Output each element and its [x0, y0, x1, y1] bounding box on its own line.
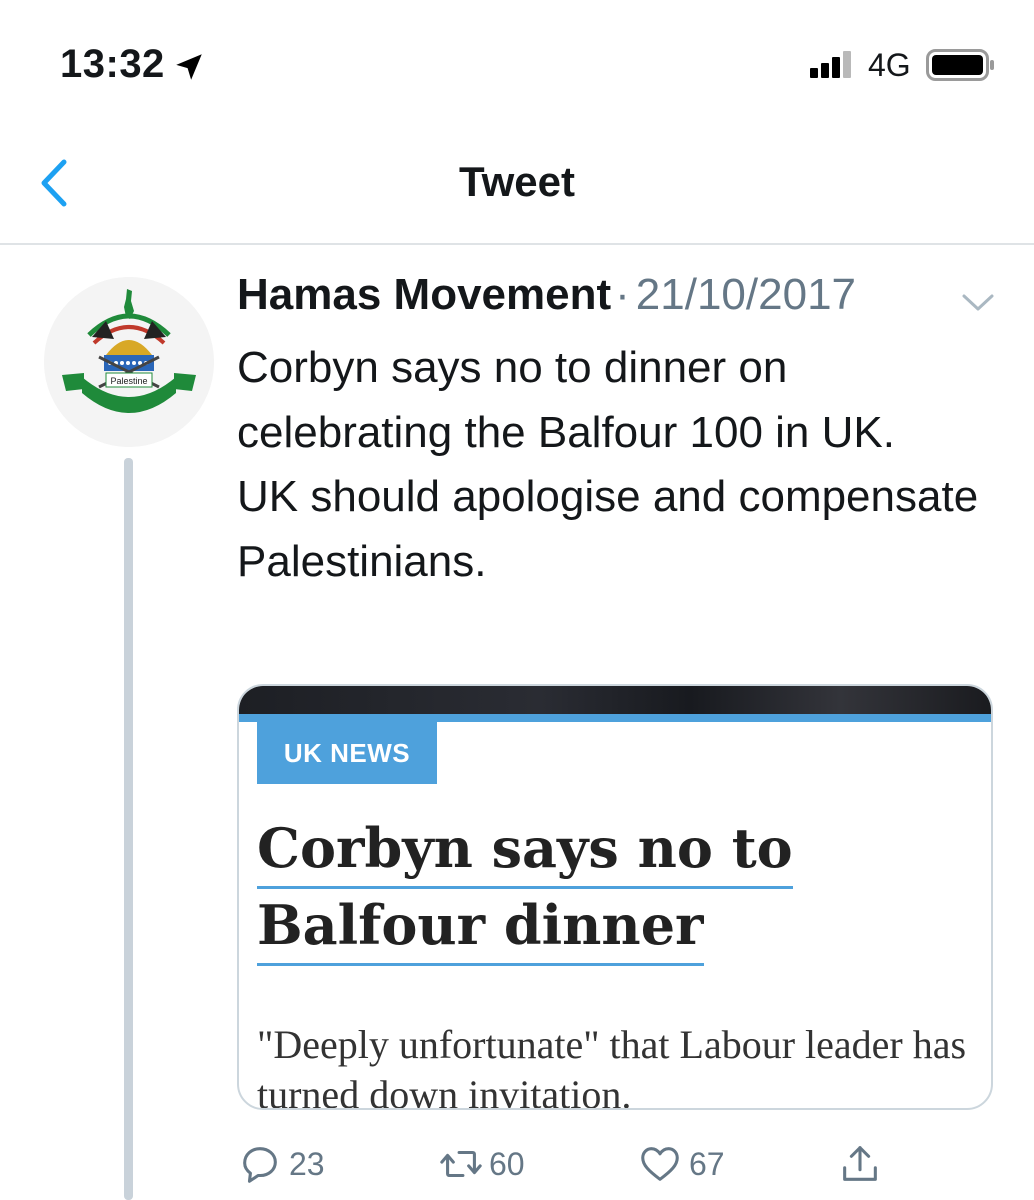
avatar[interactable]: Palestine — [44, 277, 214, 447]
card-summary: "Deeply unfortunate" that Labour leader … — [257, 1022, 967, 1110]
tweet-text-line: UK should apologise and compensate Pales… — [237, 472, 979, 586]
retweet-button[interactable]: 60 — [433, 1136, 525, 1192]
share-icon — [843, 1146, 877, 1181]
network-label: 4G — [868, 47, 911, 83]
nav-bar: Tweet — [0, 120, 1034, 245]
like-button[interactable]: 67 — [637, 1136, 725, 1192]
reply-icon — [243, 1147, 277, 1183]
like-count: 67 — [689, 1145, 725, 1182]
chevron-down-icon[interactable] — [958, 288, 998, 316]
reply-button[interactable]: 23 — [237, 1136, 325, 1192]
tweet-text-line: Corbyn says no to dinner on celebrating … — [237, 343, 895, 457]
card-headline-line: Corbyn says no to — [257, 812, 793, 889]
hamas-emblem-icon: Palestine — [44, 277, 214, 447]
card-headline: Corbyn says no to Balfour dinner — [257, 812, 977, 966]
thread-line — [124, 458, 133, 1200]
link-preview-card[interactable]: UK NEWS Corbyn says no to Balfour dinner… — [237, 684, 993, 1110]
tweet-actions: 23 60 67 — [237, 1136, 997, 1192]
card-photo — [239, 686, 991, 714]
retweet-count: 60 — [489, 1145, 525, 1182]
separator-dot: · — [615, 270, 630, 319]
reply-count: 23 — [289, 1145, 325, 1182]
share-button[interactable] — [837, 1136, 883, 1192]
avatar-label: Palestine — [110, 376, 147, 386]
status-bar: 13:32 4G — [0, 0, 1034, 120]
retweet-icon — [440, 1150, 482, 1178]
card-headline-line: Balfour dinner — [257, 889, 704, 966]
card-section-label: UK NEWS — [257, 722, 437, 784]
battery-icon — [926, 49, 994, 81]
tweet-text: Corbyn says no to dinner on celebrating … — [237, 336, 997, 594]
status-time: 13:32 — [60, 42, 165, 86]
location-arrow-icon — [176, 54, 202, 80]
signal-bars-icon — [810, 51, 851, 78]
tweet-date[interactable]: 21/10/2017 — [636, 270, 856, 319]
heart-icon — [641, 1147, 679, 1181]
card-accent-line — [239, 714, 991, 722]
page-title: Tweet — [459, 158, 575, 205]
author-name[interactable]: Hamas Movement — [237, 270, 611, 319]
tweet-header: Hamas Movement· 21/10/2017 — [237, 270, 856, 330]
